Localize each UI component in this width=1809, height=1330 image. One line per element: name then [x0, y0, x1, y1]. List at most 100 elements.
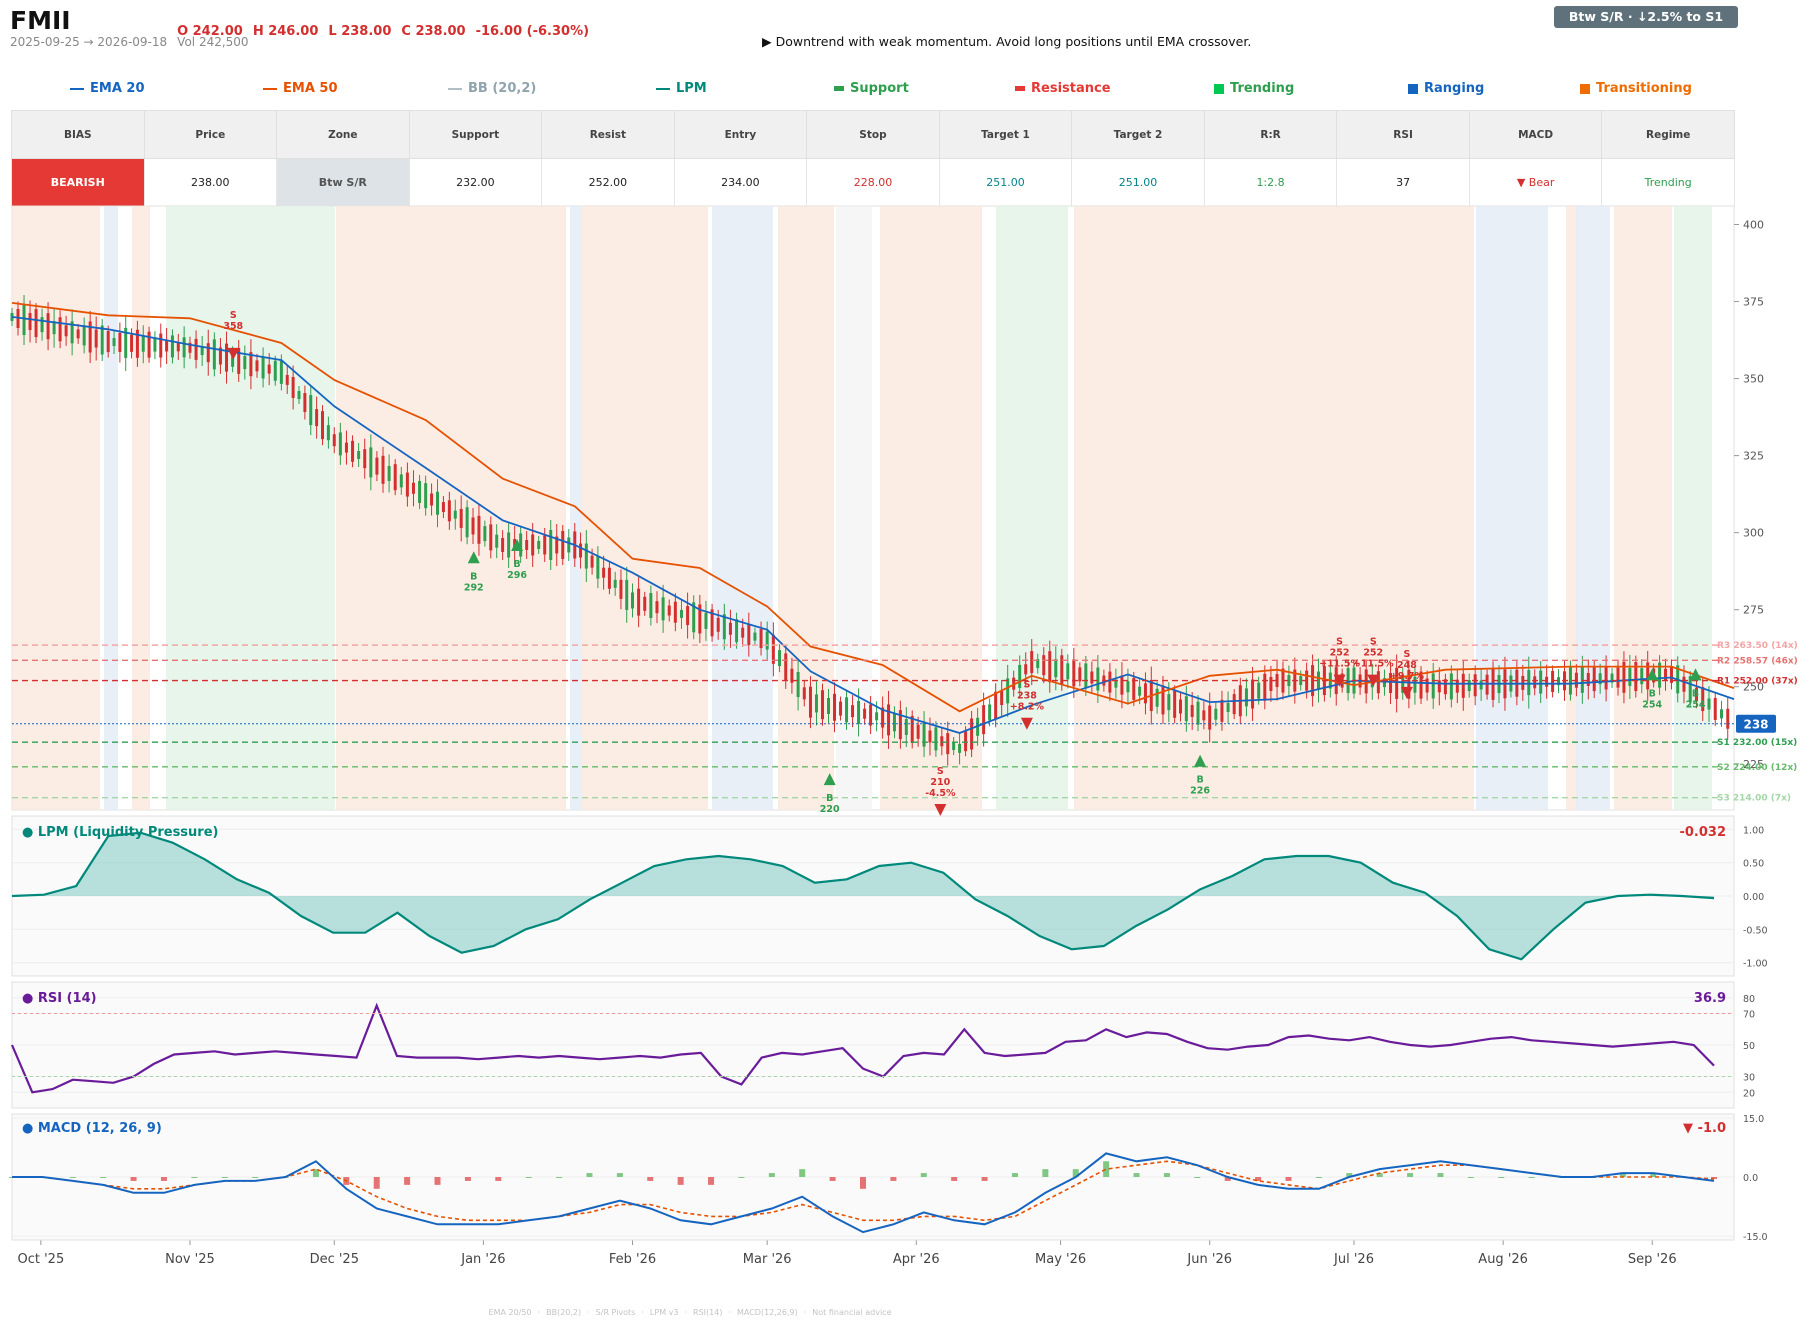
candle-body: [771, 634, 775, 664]
candle-body: [399, 474, 403, 488]
candle-body: [1126, 681, 1130, 693]
candle-body: [607, 567, 611, 589]
candle-body: [165, 340, 169, 352]
macd-histogram-bar: [890, 1177, 897, 1181]
macd-histogram-bar: [1528, 1177, 1535, 1178]
candle-body: [501, 537, 505, 552]
regime-band: [1476, 206, 1548, 810]
candle-body: [1167, 694, 1171, 711]
x-tick-label: Jan '26: [460, 1252, 505, 1267]
candle-body: [988, 704, 992, 721]
candle-body: [477, 515, 481, 544]
candle-body: [982, 705, 986, 735]
macd-histogram-bar: [69, 1177, 76, 1178]
macd-histogram-bar: [708, 1177, 715, 1185]
candle-body: [1580, 666, 1584, 693]
y-tick-label: 300: [1743, 527, 1764, 540]
x-tick-label: Feb '26: [609, 1252, 656, 1267]
macd-histogram-bar: [1011, 1173, 1018, 1177]
candle-body: [261, 356, 265, 379]
candle-body: [351, 440, 355, 462]
candle-body: [619, 579, 623, 599]
y-tick-label: 400: [1743, 218, 1764, 231]
candle-body: [297, 391, 301, 400]
candle-body: [686, 606, 690, 626]
candle-body: [561, 530, 565, 559]
candle-body: [22, 305, 26, 336]
footer-item: S/R Pivots: [595, 1308, 636, 1317]
macd-histogram-bar: [1042, 1169, 1049, 1177]
candle-body: [112, 338, 116, 347]
macd-histogram-bar: [252, 1177, 259, 1178]
rsi-y-label: 20: [1743, 1088, 1755, 1099]
candle-body: [1485, 674, 1489, 695]
candle-body: [1024, 664, 1028, 675]
candle-body: [1431, 673, 1435, 699]
last-price-text: 238: [1743, 718, 1768, 732]
sell-signal-label: +9.7%: [1390, 671, 1425, 682]
candle-body: [1545, 676, 1549, 687]
candle-body: [159, 333, 163, 358]
candle-body: [827, 697, 831, 714]
macd-histogram-bar: [495, 1177, 502, 1181]
rsi-y-label: 80: [1743, 994, 1755, 1005]
candle-body: [1299, 676, 1303, 686]
sell-signal-label: +8.2%: [1010, 702, 1045, 713]
candle-body: [1184, 696, 1188, 722]
regime-band: [778, 206, 834, 810]
buy-signal-letter: B: [1692, 688, 1699, 699]
candle-body: [363, 449, 367, 469]
candle-body: [952, 741, 956, 750]
candle-body: [716, 617, 720, 632]
candle-body: [182, 337, 186, 358]
macd-histogram-bar: [130, 1177, 137, 1181]
candle-body: [28, 313, 32, 331]
candle-body: [1208, 705, 1212, 730]
candle-body: [1030, 651, 1034, 674]
candle-body: [667, 605, 671, 616]
candle-body: [369, 447, 373, 478]
sr-level-label: R3 263.50 (14x): [1717, 641, 1798, 651]
y-tick-label: 275: [1743, 604, 1764, 617]
chart-svg: 400375350325300275250225R3 263.50 (14x)R…: [9, 205, 1798, 1267]
candle-body: [869, 704, 873, 726]
macd-histogram-bar: [434, 1177, 441, 1185]
y-tick-label: 375: [1743, 296, 1764, 309]
candle-body: [970, 718, 974, 750]
lpm-last-value: -0.032: [1679, 825, 1726, 840]
candle-body: [1084, 663, 1088, 689]
rsi-y-label: 70: [1743, 1010, 1755, 1021]
candle-body: [285, 374, 289, 385]
candle-body: [1539, 670, 1543, 694]
candle-body: [1461, 673, 1465, 698]
candle-body: [170, 335, 174, 358]
candle-body: [489, 524, 493, 551]
candle-body: [1018, 664, 1022, 688]
candle-body: [507, 532, 511, 558]
candle-body: [1467, 680, 1471, 692]
regime-band: [12, 206, 100, 810]
candle-body: [459, 508, 463, 528]
candle-body: [1138, 686, 1142, 696]
candle-body: [1220, 699, 1224, 722]
candle-body: [584, 543, 588, 569]
candle-body: [273, 360, 277, 381]
candle-body: [839, 701, 843, 716]
candle-body: [1640, 668, 1644, 685]
candle-body: [1726, 708, 1730, 729]
candle-body: [118, 332, 122, 352]
candle-body: [940, 736, 944, 747]
candle-body: [321, 411, 325, 440]
candle-body: [1042, 655, 1046, 676]
macd-y-label: 15.0: [1743, 1114, 1764, 1125]
lpm-y-label: 0.50: [1743, 859, 1764, 870]
macd-histogram-bar: [1194, 1177, 1201, 1178]
sell-signal-letter: S: [1370, 637, 1377, 648]
candle-body: [851, 705, 855, 718]
candle-body: [1263, 673, 1267, 701]
candle-body: [625, 579, 629, 610]
candle-body: [934, 727, 938, 751]
sell-signal-label: 210: [930, 777, 950, 788]
regime-band: [1674, 206, 1712, 810]
candle-body: [1257, 682, 1261, 699]
